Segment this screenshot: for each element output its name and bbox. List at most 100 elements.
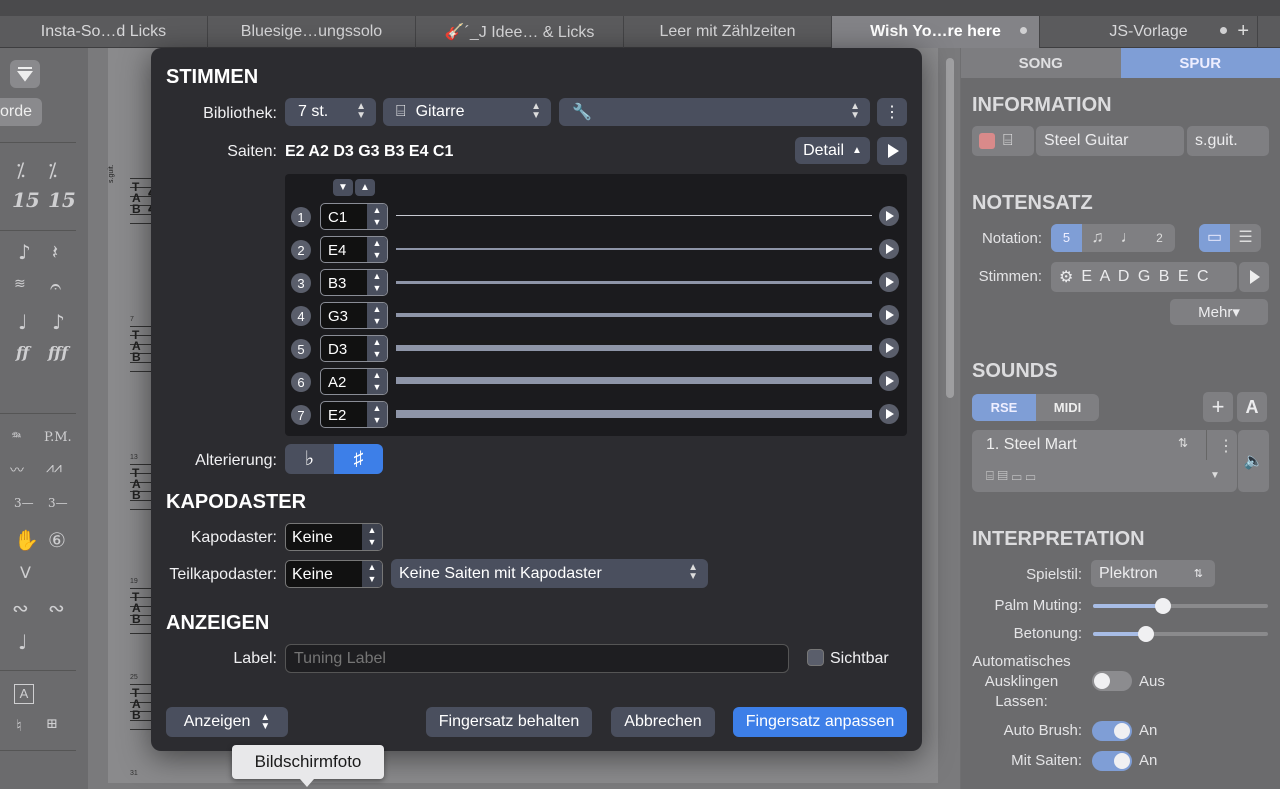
section-marker-icon[interactable]: ⊞ bbox=[46, 716, 58, 732]
midi-button[interactable]: MIDI bbox=[1036, 394, 1099, 421]
triplet-icon[interactable]: 3— bbox=[14, 496, 34, 510]
string-note-field[interactable]: G3 ▲ ▼ bbox=[320, 302, 388, 329]
tremolo-icon[interactable]: ∾ bbox=[12, 596, 29, 620]
tab-track[interactable]: SPUR bbox=[1120, 48, 1280, 78]
play-string-button[interactable] bbox=[879, 305, 899, 325]
bend-icon[interactable]: ♪ bbox=[52, 310, 65, 334]
finger-six-icon[interactable]: ⑥ bbox=[48, 528, 66, 552]
play-string-button[interactable] bbox=[879, 239, 899, 259]
repeat-measure-icon[interactable]: ⁒ bbox=[16, 158, 25, 182]
tab-insta-licks[interactable]: Insta-So…d Licks bbox=[0, 16, 208, 48]
tab-leer-zaehlzeiten[interactable]: Leer mit Zählzeiten bbox=[624, 16, 832, 48]
text-box-icon[interactable]: A bbox=[14, 684, 34, 704]
vertical-scrollbar[interactable] bbox=[946, 58, 954, 398]
list-view-icon[interactable]: ☰ bbox=[1230, 224, 1261, 252]
accent-slider[interactable] bbox=[1093, 626, 1268, 642]
track-color-box[interactable]: ⌸ bbox=[972, 126, 1034, 156]
tuning-label-input[interactable] bbox=[285, 644, 789, 673]
automation-button[interactable]: A bbox=[1237, 392, 1267, 422]
keep-fingering-button[interactable]: Fingersatz behalten bbox=[426, 707, 592, 737]
dynamic-ff-button[interactable]: ff bbox=[16, 343, 29, 362]
rse-button[interactable]: RSE bbox=[972, 394, 1036, 421]
stepper-icon[interactable]: ▲ ▼ bbox=[362, 524, 382, 550]
string-note-field[interactable]: E2 ▲ ▼ bbox=[320, 401, 388, 428]
voices-field[interactable]: ⚙ E A D G B E C bbox=[1051, 262, 1237, 292]
play-all-strings-button[interactable] bbox=[877, 137, 907, 165]
slide-icon[interactable]: ♩ bbox=[18, 310, 27, 334]
transpose-down-button[interactable]: ▼ bbox=[333, 179, 353, 196]
bar-marker-icon[interactable]: ♮ bbox=[16, 716, 22, 735]
play-style-select[interactable]: Plektron ⇅ bbox=[1091, 560, 1215, 587]
sound-slot[interactable]: 1. Steel Mart ⇅ ⋮ ⌸▤▭▭ ▼ bbox=[972, 430, 1237, 492]
grace-note-icon[interactable]: ♪ bbox=[18, 240, 31, 264]
slider-knob[interactable] bbox=[1155, 598, 1171, 614]
page-view-icon[interactable]: ▭ bbox=[1199, 224, 1230, 252]
tab-song[interactable]: SONG bbox=[961, 48, 1121, 78]
palm-mute-icon[interactable]: P.M. bbox=[44, 430, 72, 445]
palm-muting-slider[interactable] bbox=[1093, 598, 1268, 614]
stepper-icon[interactable]: ▲ ▼ bbox=[367, 237, 387, 262]
voices-play-button[interactable] bbox=[1239, 262, 1269, 292]
stepper-icon[interactable]: ▲ ▼ bbox=[367, 303, 387, 328]
volume-button[interactable]: 🔈 bbox=[1238, 430, 1269, 492]
string-note-field[interactable]: E4 ▲ ▼ bbox=[320, 236, 388, 263]
play-string-button[interactable] bbox=[879, 371, 899, 391]
tab-bluesige[interactable]: Bluesige…ungssolo bbox=[208, 16, 416, 48]
track-color-swatch[interactable] bbox=[979, 133, 995, 149]
flat-button[interactable]: ♭ bbox=[285, 444, 334, 474]
zigzag-icon[interactable]: ⩘⩘ bbox=[46, 460, 62, 476]
sharp-button[interactable]: ♯ bbox=[334, 444, 383, 474]
adapt-fingering-button[interactable]: Fingersatz anpassen bbox=[733, 707, 907, 737]
chords-button[interactable]: orde bbox=[0, 98, 42, 126]
chevron-down-icon[interactable]: ▼ bbox=[1210, 470, 1220, 481]
add-sound-button[interactable]: + bbox=[1203, 392, 1233, 422]
slider-knob[interactable] bbox=[1137, 626, 1154, 642]
tab-ideen-licks[interactable]: 🎸´_J Idee… & Licks bbox=[416, 16, 624, 48]
partial-capo-strings-select[interactable]: Keine Saiten mit Kapodaster ▲ ▼ bbox=[391, 559, 708, 588]
more-button[interactable]: Mehr▾ bbox=[1170, 299, 1268, 325]
more-vertical-icon[interactable]: ⋮ bbox=[1218, 436, 1234, 456]
effects-chain-icons[interactable]: ⌸▤▭▭ bbox=[986, 468, 1039, 484]
tab-js-vorlage[interactable]: JS-Vorlage + bbox=[1040, 16, 1258, 48]
stepper-icon[interactable]: ▲ ▼ bbox=[367, 402, 387, 427]
wavy-line-icon[interactable]: 〰 bbox=[10, 460, 24, 480]
add-tab-icon[interactable]: + bbox=[1237, 20, 1249, 43]
preset-select[interactable]: 🔧 ▲ ▼ bbox=[559, 98, 870, 126]
standard-notation-icon[interactable]: ♫ bbox=[1082, 224, 1113, 252]
cancel-button[interactable]: Abbrechen bbox=[611, 707, 715, 737]
partial-capo-stepper[interactable]: Keine ▲ ▼ bbox=[285, 560, 383, 588]
fermata-icon[interactable]: 𝄐 bbox=[50, 274, 61, 298]
show-select[interactable]: Anzeigen ▲ ▼ bbox=[166, 707, 288, 737]
transpose-up-button[interactable]: ▲ bbox=[355, 179, 375, 196]
more-options-button[interactable]: ⋮ bbox=[877, 98, 907, 126]
ottava-15ma-icon[interactable]: 15 bbox=[12, 188, 40, 212]
auto-brush-toggle[interactable] bbox=[1092, 721, 1132, 741]
numbered-notation-icon[interactable]: 2 bbox=[1144, 224, 1175, 252]
string-note-field[interactable]: B3 ▲ ▼ bbox=[320, 269, 388, 296]
auto-ring-toggle[interactable] bbox=[1092, 671, 1132, 691]
play-string-button[interactable] bbox=[879, 404, 899, 424]
stepper-icon[interactable]: ▲ ▼ bbox=[367, 336, 387, 361]
track-short-name-field[interactable]: s.guit. bbox=[1187, 126, 1269, 156]
play-string-button[interactable] bbox=[879, 272, 899, 292]
stepper-icon[interactable]: ▲ ▼ bbox=[362, 561, 382, 587]
detail-button[interactable]: Detail ▲ bbox=[795, 137, 870, 164]
tab-notation-icon[interactable]: 5 bbox=[1051, 224, 1082, 252]
tremolo-alt-icon[interactable]: ∾ bbox=[48, 596, 65, 620]
repeat-two-measure-icon[interactable]: ⁒ bbox=[48, 158, 57, 182]
triplet-feel-button[interactable] bbox=[10, 60, 40, 88]
ottava-15mb-icon[interactable]: 15 bbox=[48, 188, 76, 212]
tab-wish-you-were-here[interactable]: Wish Yo…re here bbox=[832, 16, 1040, 48]
play-string-button[interactable] bbox=[879, 338, 899, 358]
string-note-field[interactable]: C1 ▲ ▼ bbox=[320, 203, 388, 230]
stepper-icon[interactable]: ▲ ▼ bbox=[367, 369, 387, 394]
capo-stepper[interactable]: Keine ▲ ▼ bbox=[285, 523, 383, 551]
rest-icon[interactable]: 𝄽 bbox=[52, 240, 58, 264]
pedal-icon[interactable]: 𝆮 bbox=[10, 428, 20, 446]
string-count-select[interactable]: 7 st. ▲ ▼ bbox=[285, 98, 376, 126]
updown-chevron-icon[interactable]: ⇅ bbox=[1178, 436, 1188, 450]
stepper-icon[interactable]: ▲ ▼ bbox=[367, 204, 387, 229]
hand-icon[interactable]: ✋ bbox=[14, 528, 39, 552]
instrument-select[interactable]: ⌸ Gitarre ▲ ▼ bbox=[383, 98, 551, 126]
stepper-icon[interactable]: ▲ ▼ bbox=[367, 270, 387, 295]
